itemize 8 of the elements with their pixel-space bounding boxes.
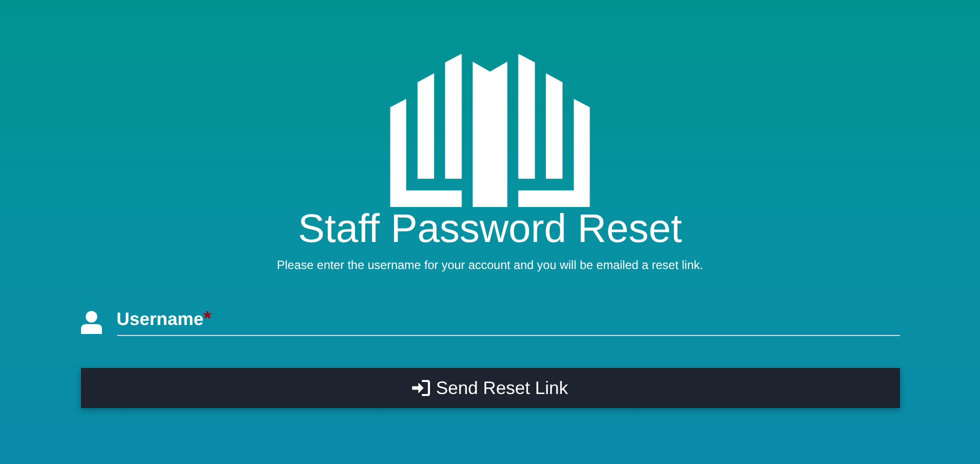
page-title: Staff Password Reset [298,206,682,252]
sign-in-icon [412,380,430,396]
user-icon [80,311,102,334]
required-mark: * [204,308,212,331]
buildings-logo-icon [390,54,590,207]
instructions-text: Please enter the username for your account and you will be emailed a reset link. [276,258,704,272]
send-reset-link-button[interactable]: Send Reset Link [80,368,900,408]
username-field[interactable]: Username* [116,308,900,336]
